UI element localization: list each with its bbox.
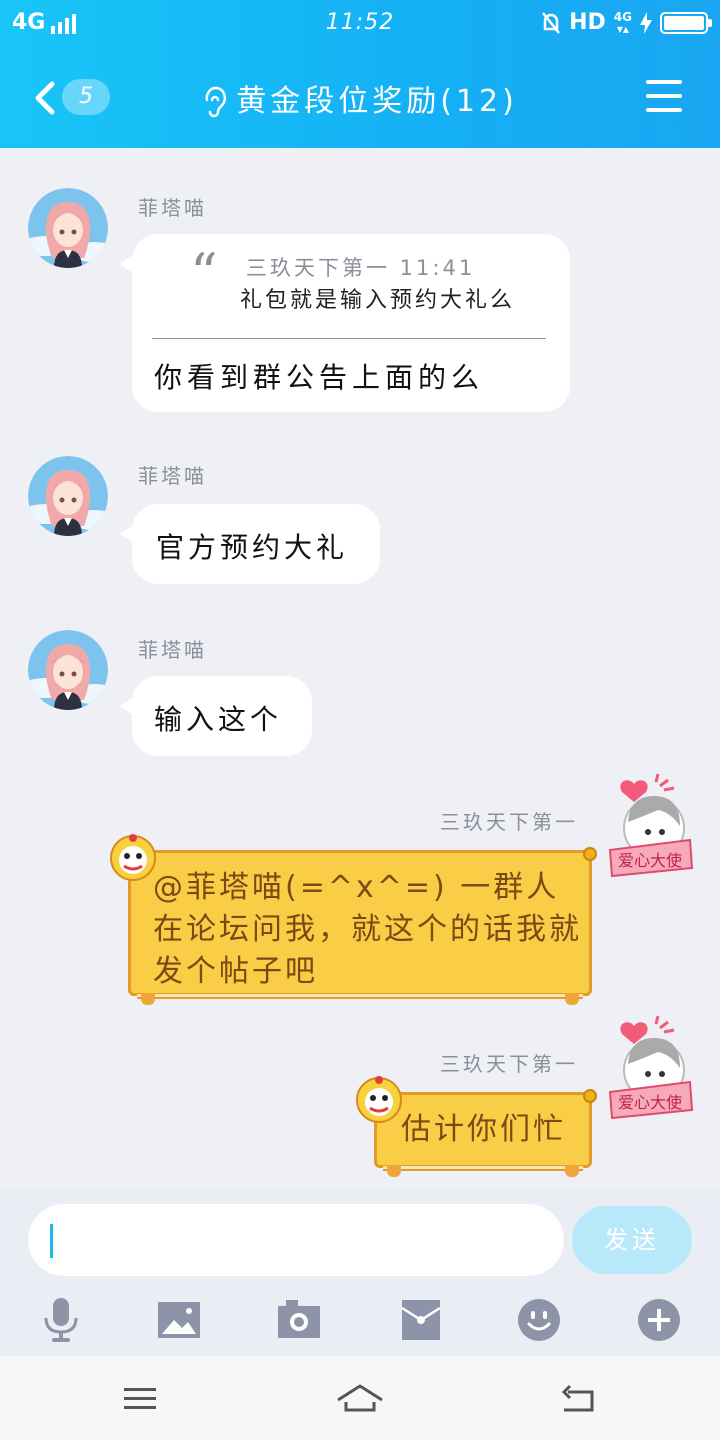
hd-label: HD bbox=[569, 10, 606, 35]
silent-bell-icon bbox=[542, 11, 561, 34]
quote-divider bbox=[152, 338, 546, 339]
sender-name: 菲塔喵 bbox=[138, 196, 207, 220]
system-nav-bar bbox=[0, 1356, 720, 1440]
recent-apps-icon[interactable] bbox=[120, 1382, 160, 1414]
ear-icon[interactable] bbox=[202, 86, 228, 120]
battery-fill bbox=[664, 15, 704, 30]
message-list[interactable]: 菲塔喵 “ 三玖天下第一 11:41 礼包就是输入预约大礼么 你看到群公告上面的… bbox=[0, 148, 720, 1188]
header: 4G 11:52 HD 4G ▾▴ 5 黄金段位奖励(12) bbox=[0, 0, 720, 148]
battery-icon bbox=[660, 11, 712, 34]
status-bar: 4G 11:52 HD 4G ▾▴ bbox=[0, 0, 720, 48]
sender-name: 三玖天下第一 bbox=[440, 1052, 578, 1076]
scroll-foot bbox=[141, 993, 155, 1005]
plus-icon[interactable] bbox=[636, 1298, 682, 1342]
quoted-text: 礼包就是输入预约大礼么 bbox=[240, 288, 516, 313]
emoji-icon[interactable] bbox=[516, 1298, 562, 1342]
message-bubble[interactable]: @菲塔喵(=^x^=) 一群人在论坛问我，就这个的话我就发个帖子吧 bbox=[128, 847, 597, 1005]
lte-indicator: 4G ▾▴ bbox=[613, 9, 632, 36]
scroll-foot bbox=[565, 1165, 579, 1177]
chat-title: 黄金段位奖励(12) bbox=[0, 76, 720, 120]
scroll-rim bbox=[137, 994, 583, 999]
svg-text:爱心大使: 爱心大使 bbox=[618, 851, 682, 870]
scroll-rim bbox=[383, 1166, 583, 1171]
message-text: 输入这个 bbox=[154, 703, 283, 736]
avatar-icon[interactable] bbox=[28, 456, 108, 536]
title-bar: 5 黄金段位奖励(12) bbox=[0, 48, 720, 148]
quoted-author-time: 三玖天下第一 11:41 bbox=[246, 256, 476, 280]
avatar-icon[interactable] bbox=[28, 188, 108, 268]
menu-icon[interactable] bbox=[646, 80, 682, 112]
chat-title-text: 黄金段位奖励(12) bbox=[236, 84, 518, 119]
reply-message-bubble[interactable]: “ 三玖天下第一 11:41 礼包就是输入预约大礼么 你看到群公告上面的么 bbox=[120, 234, 570, 412]
rivet-decoration bbox=[583, 847, 597, 861]
back-icon[interactable] bbox=[558, 1382, 598, 1414]
red-packet-icon[interactable] bbox=[398, 1298, 444, 1342]
message-bubble[interactable]: 官方预约大礼 bbox=[120, 504, 380, 584]
message-text: 你看到群公告上面的么 bbox=[154, 361, 485, 394]
sender-name: 菲塔喵 bbox=[138, 638, 207, 662]
avatar-icon[interactable]: 爱心大使 bbox=[604, 772, 696, 882]
lte-label: 4G bbox=[613, 9, 632, 24]
charging-icon bbox=[640, 11, 652, 34]
send-button[interactable]: 发送 bbox=[572, 1206, 692, 1274]
message-text: @菲塔喵(=^x^=) 一群人在论坛问我，就这个的话我就发个帖子吧 bbox=[153, 870, 582, 989]
image-icon[interactable] bbox=[156, 1298, 202, 1342]
message-text: 估计你们忙 bbox=[401, 1112, 566, 1147]
sender-name: 三玖天下第一 bbox=[440, 810, 578, 834]
camera-icon[interactable] bbox=[276, 1298, 322, 1342]
message-bubble[interactable]: 输入这个 bbox=[120, 676, 312, 756]
message-text: 官方预约大礼 bbox=[156, 531, 349, 564]
scroll-foot bbox=[387, 1165, 401, 1177]
home-icon[interactable] bbox=[336, 1382, 384, 1414]
lion-dance-icon bbox=[110, 834, 156, 881]
avatar-icon[interactable]: 爱心大使 bbox=[604, 1014, 696, 1124]
rivet-decoration bbox=[583, 1089, 597, 1103]
svg-text:爱心大使: 爱心大使 bbox=[618, 1093, 682, 1112]
input-bar: 发送 bbox=[0, 1188, 720, 1356]
lion-dance-icon bbox=[356, 1076, 402, 1123]
sender-name: 菲塔喵 bbox=[138, 464, 207, 488]
text-cursor bbox=[50, 1224, 53, 1258]
avatar-icon[interactable] bbox=[28, 630, 108, 710]
message-bubble[interactable]: 估计你们忙 bbox=[374, 1089, 597, 1177]
microphone-icon[interactable] bbox=[38, 1298, 84, 1342]
status-icons: HD 4G ▾▴ bbox=[541, 9, 712, 36]
quote-icon: “ bbox=[190, 242, 222, 305]
scroll-foot bbox=[565, 993, 579, 1005]
message-input[interactable] bbox=[28, 1204, 564, 1276]
